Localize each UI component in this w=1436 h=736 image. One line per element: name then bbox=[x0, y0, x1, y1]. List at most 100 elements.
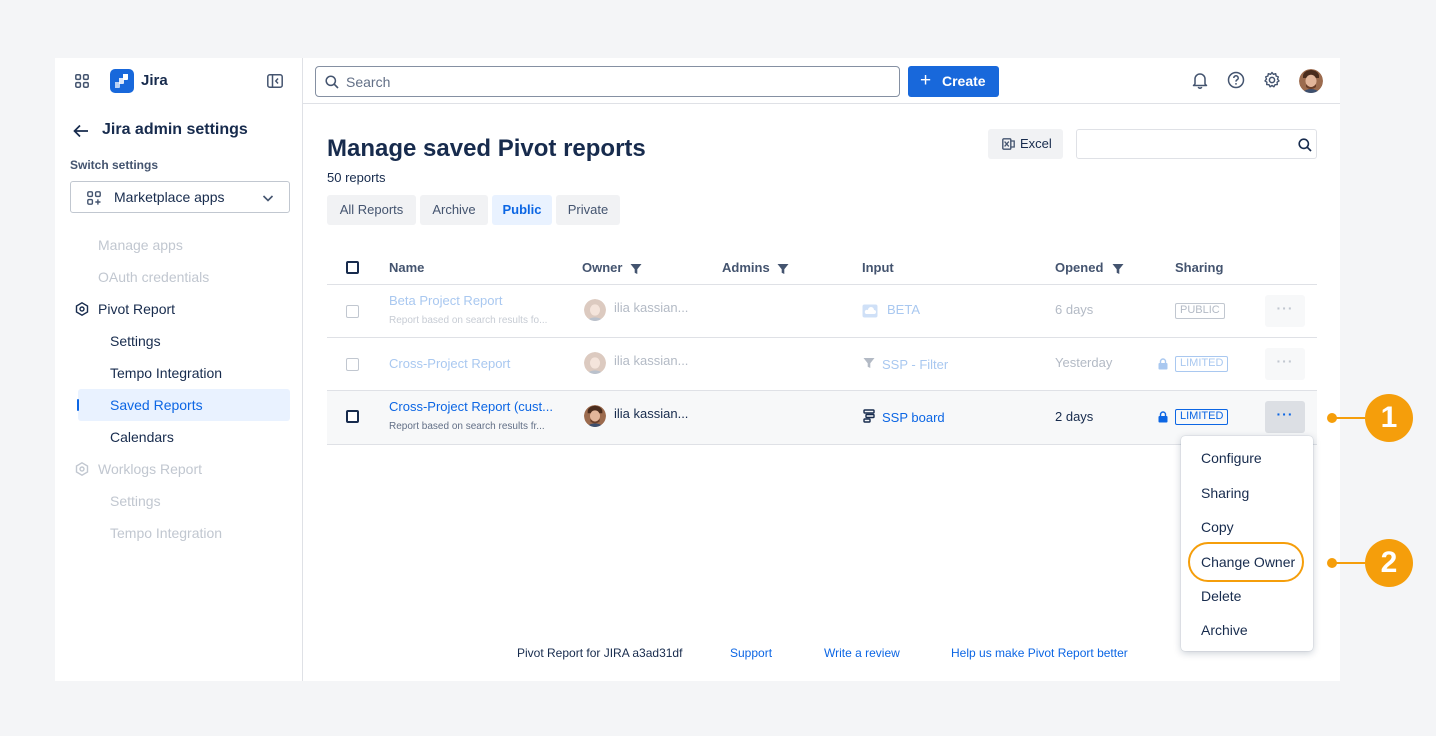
column-owner[interactable]: Owner bbox=[582, 260, 622, 275]
column-sharing[interactable]: Sharing bbox=[1175, 260, 1223, 275]
opened-value: 6 days bbox=[1055, 302, 1094, 317]
owner-name: ilia kassian... bbox=[614, 300, 689, 315]
tab-all-reports[interactable]: All Reports bbox=[327, 195, 416, 225]
filter-icon[interactable] bbox=[777, 263, 789, 275]
sidebar-header: Jira bbox=[55, 58, 303, 104]
footer-support-link[interactable]: Support bbox=[730, 646, 772, 660]
column-input[interactable]: Input bbox=[862, 260, 894, 275]
report-search-input[interactable] bbox=[1076, 129, 1317, 159]
menu-item-copy[interactable]: Copy bbox=[1201, 519, 1234, 535]
app-switcher-icon[interactable] bbox=[75, 74, 89, 88]
row-more-actions[interactable]: ··· bbox=[1265, 348, 1305, 380]
row-checkbox[interactable] bbox=[346, 358, 359, 371]
nav-calendars[interactable]: Calendars bbox=[110, 429, 174, 445]
nav-worklogs-report[interactable]: Worklogs Report bbox=[98, 461, 202, 477]
hexagon-icon bbox=[75, 302, 89, 316]
cloud-project-icon bbox=[862, 304, 878, 318]
footer-help-link[interactable]: Help us make Pivot Report better bbox=[951, 646, 1128, 660]
row-checkbox[interactable] bbox=[346, 305, 359, 318]
row-checkbox[interactable] bbox=[346, 410, 359, 423]
sidebar: Jira Jira admin settings Switch settings… bbox=[55, 58, 303, 681]
report-description: Report based on search results fr... bbox=[389, 421, 545, 432]
input-link[interactable]: SSP - Filter bbox=[882, 357, 948, 372]
switch-settings-value: Marketplace apps bbox=[114, 189, 225, 205]
tab-private[interactable]: Private bbox=[556, 195, 620, 225]
tab-public[interactable]: Public bbox=[492, 195, 552, 225]
callout-badge-1: 1 bbox=[1365, 394, 1413, 442]
callout-line bbox=[1335, 417, 1365, 419]
page-title: Manage saved Pivot reports bbox=[327, 135, 646, 162]
row-divider bbox=[327, 444, 1317, 445]
switch-settings-label: Switch settings bbox=[70, 158, 159, 172]
switch-settings-select[interactable]: Marketplace apps bbox=[70, 181, 290, 213]
menu-item-configure[interactable]: Configure bbox=[1201, 450, 1262, 466]
filter-icon[interactable] bbox=[1112, 263, 1124, 275]
tab-archive[interactable]: Archive bbox=[420, 195, 488, 225]
nav-pivot-report[interactable]: Pivot Report bbox=[98, 301, 175, 317]
marketplace-icon bbox=[87, 191, 101, 205]
back-to-admin[interactable]: Jira admin settings bbox=[73, 120, 283, 142]
input-link[interactable]: BETA bbox=[887, 302, 920, 317]
excel-icon bbox=[1002, 138, 1015, 150]
nav-pivot-tempo-integration[interactable]: Tempo Integration bbox=[110, 365, 222, 381]
row-more-actions[interactable]: ··· bbox=[1265, 295, 1305, 327]
select-all-checkbox[interactable] bbox=[346, 261, 359, 274]
row-more-actions-open[interactable]: ··· bbox=[1265, 401, 1305, 433]
help-icon[interactable] bbox=[1227, 71, 1245, 89]
row-divider bbox=[327, 337, 1317, 338]
lock-icon bbox=[1158, 358, 1168, 370]
menu-item-archive[interactable]: Archive bbox=[1201, 622, 1248, 638]
search-icon[interactable] bbox=[1298, 138, 1312, 152]
nav-active-indicator bbox=[77, 399, 79, 411]
column-admins[interactable]: Admins bbox=[722, 260, 770, 275]
callout-badge-2: 2 bbox=[1365, 539, 1413, 587]
sharing-badge: LIMITED bbox=[1175, 409, 1229, 425]
opened-value: 2 days bbox=[1055, 409, 1094, 424]
search-input[interactable] bbox=[346, 72, 886, 92]
callout-line bbox=[1335, 562, 1365, 564]
app-window: Jira Jira admin settings Switch settings… bbox=[55, 58, 1340, 681]
report-name-link[interactable]: Cross-Project Report bbox=[389, 356, 510, 371]
hexagon-icon bbox=[75, 462, 89, 476]
owner-name: ilia kassian... bbox=[614, 353, 689, 368]
nav-saved-reports[interactable]: Saved Reports bbox=[110, 397, 203, 413]
report-count: 50 reports bbox=[327, 170, 386, 185]
board-icon bbox=[863, 409, 875, 423]
report-name-link[interactable]: Beta Project Report bbox=[389, 293, 502, 308]
report-name-link[interactable]: Cross-Project Report (cust... bbox=[389, 399, 553, 414]
input-link[interactable]: SSP board bbox=[882, 410, 945, 425]
report-description: Report based on search results fo... bbox=[389, 315, 548, 326]
notifications-bell-icon[interactable] bbox=[1191, 71, 1209, 89]
app-name[interactable]: Jira bbox=[141, 72, 168, 89]
column-opened[interactable]: Opened bbox=[1055, 260, 1103, 275]
owner-avatar bbox=[584, 299, 606, 321]
nav-oauth-credentials[interactable]: OAuth credentials bbox=[98, 269, 209, 285]
filter-icon[interactable] bbox=[630, 263, 642, 275]
column-name[interactable]: Name bbox=[389, 260, 424, 275]
arrow-left-icon[interactable] bbox=[73, 124, 89, 138]
user-avatar[interactable] bbox=[1299, 69, 1323, 93]
sharing-badge: LIMITED bbox=[1175, 356, 1229, 372]
menu-item-delete[interactable]: Delete bbox=[1201, 588, 1241, 604]
nav-pivot-settings[interactable]: Settings bbox=[110, 333, 161, 349]
lock-icon bbox=[1158, 411, 1168, 423]
top-navigation: + Create bbox=[303, 58, 1340, 104]
footer-version: Pivot Report for JIRA a3ad31df bbox=[517, 646, 683, 660]
chevron-down-icon bbox=[262, 195, 274, 202]
nav-worklogs-settings[interactable]: Settings bbox=[110, 493, 161, 509]
menu-item-sharing[interactable]: Sharing bbox=[1201, 485, 1249, 501]
footer-review-link[interactable]: Write a review bbox=[824, 646, 900, 660]
sharing-badge: PUBLIC bbox=[1175, 303, 1225, 319]
search-icon bbox=[325, 75, 339, 89]
nav-manage-apps[interactable]: Manage apps bbox=[98, 237, 183, 253]
create-button[interactable]: + Create bbox=[908, 66, 999, 97]
gear-icon[interactable] bbox=[1263, 71, 1281, 89]
global-search[interactable] bbox=[315, 66, 900, 97]
owner-avatar bbox=[584, 352, 606, 374]
collapse-sidebar-icon[interactable] bbox=[267, 74, 283, 88]
jira-logo-icon[interactable] bbox=[110, 69, 134, 93]
create-label: Create bbox=[942, 73, 986, 89]
nav-worklogs-tempo-integration[interactable]: Tempo Integration bbox=[110, 525, 222, 541]
admin-settings-title: Jira admin settings bbox=[102, 121, 248, 138]
export-excel-button[interactable]: Excel bbox=[988, 129, 1063, 159]
